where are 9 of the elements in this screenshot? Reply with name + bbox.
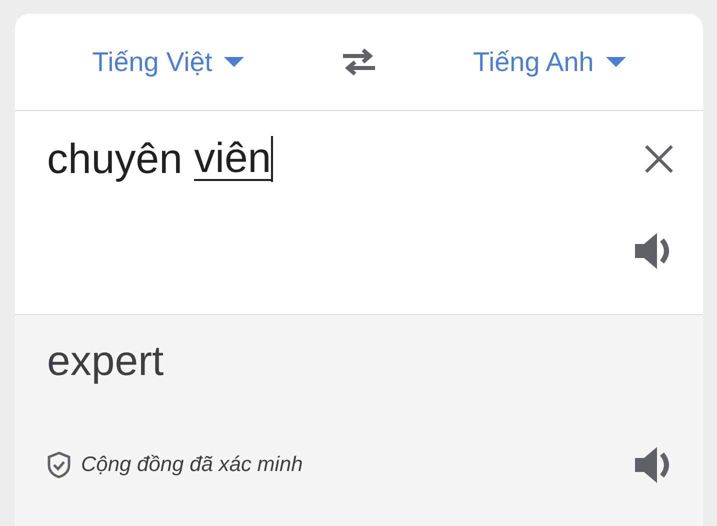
source-language-button[interactable]: Tiếng Việt <box>92 46 244 78</box>
translation-text: expert <box>47 337 165 385</box>
caret-icon <box>606 57 626 67</box>
shield-check-icon <box>47 451 71 479</box>
verified-label: Cộng đồng đã xác minh <box>81 453 303 477</box>
target-language-button[interactable]: Tiếng Anh <box>473 46 626 78</box>
source-text-field[interactable]: chuyên viên <box>47 135 274 183</box>
close-icon[interactable] <box>643 143 675 175</box>
caret-icon <box>224 57 244 67</box>
